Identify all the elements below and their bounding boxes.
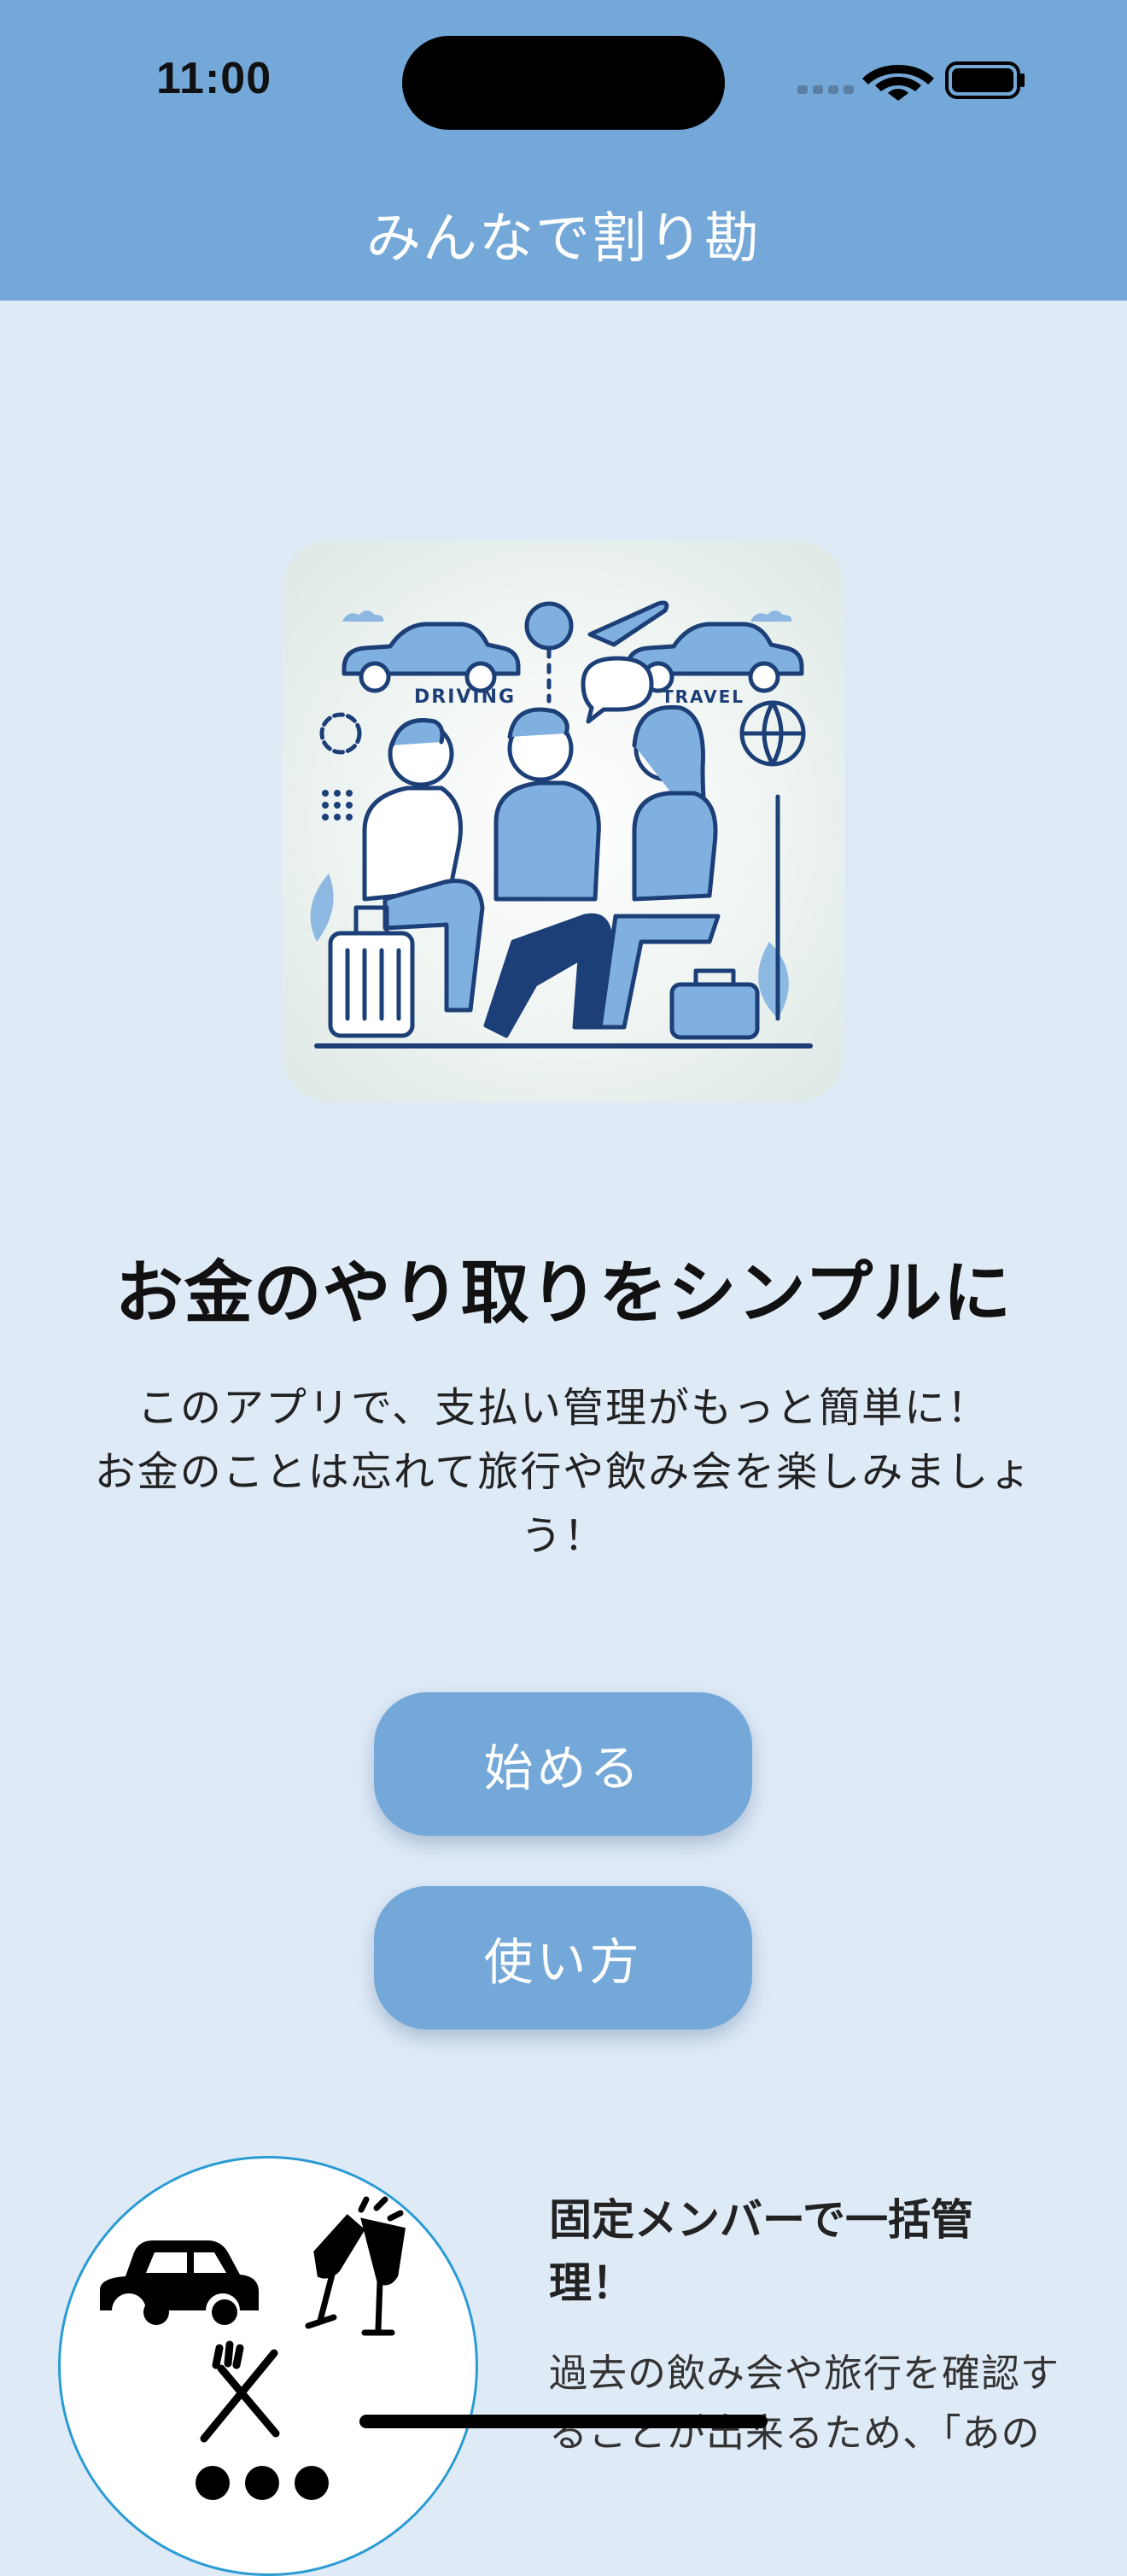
fork-knife-icon xyxy=(200,2340,280,2443)
feature-title-line-2: 理！ xyxy=(549,2258,634,2308)
cellular-signal-icon xyxy=(797,85,854,94)
car-icon xyxy=(342,622,521,693)
feature-title: 固定メンバーで一括管 理！ xyxy=(549,2188,1078,2315)
status-icons xyxy=(797,61,1025,101)
description-line-3: う！ xyxy=(520,1512,606,1560)
feature-text-line-2: ることが出来るため、「あの xyxy=(549,2410,1041,2456)
car-icon xyxy=(100,2240,259,2325)
feature-illustration xyxy=(100,2196,406,2500)
how-to-button[interactable]: 使い方 xyxy=(374,1886,752,2030)
wifi-icon xyxy=(862,65,934,101)
dynamic-island xyxy=(402,36,725,130)
status-time: 11:00 xyxy=(156,54,272,103)
driving-label: DRIVING xyxy=(414,686,516,708)
home-indicator[interactable] xyxy=(359,2415,768,2428)
description-line-1: このアプリで、支払い管理がもっと簡単に！ xyxy=(137,1384,990,1432)
headline: お金のやり取りをシンプルに xyxy=(114,1253,1013,1333)
description-line-2: お金のことは忘れて旅行や飲み会を楽しみましょ xyxy=(94,1448,1033,1496)
people-travel-illustration: DRIVING TRAVEL xyxy=(310,600,813,1049)
hero-illustration: DRIVING TRAVEL xyxy=(283,540,844,1102)
travel-label: TRAVEL xyxy=(662,686,745,707)
start-button[interactable]: 始める xyxy=(374,1692,752,1836)
feature-icon-circle xyxy=(58,2156,478,2576)
page-title: みんなで割り勘 xyxy=(366,207,761,271)
feature-text-line-1: 過去の飲み会や旅行を確認す xyxy=(549,2351,1060,2396)
feature-title-line-1: 固定メンバーで一括管 xyxy=(549,2195,973,2245)
battery-icon xyxy=(945,61,1025,99)
navigation-header: 11:00 みんなで割り勘 xyxy=(0,0,1127,301)
champagne-glasses-icon xyxy=(305,2196,406,2336)
feature-text: 過去の飲み会や旅行を確認す ることが出来るため、「あの xyxy=(549,2344,1087,2463)
description: このアプリで、支払い管理がもっと簡単に！ お金のことは忘れて旅行や飲み会を楽しみ… xyxy=(56,1376,1071,1568)
